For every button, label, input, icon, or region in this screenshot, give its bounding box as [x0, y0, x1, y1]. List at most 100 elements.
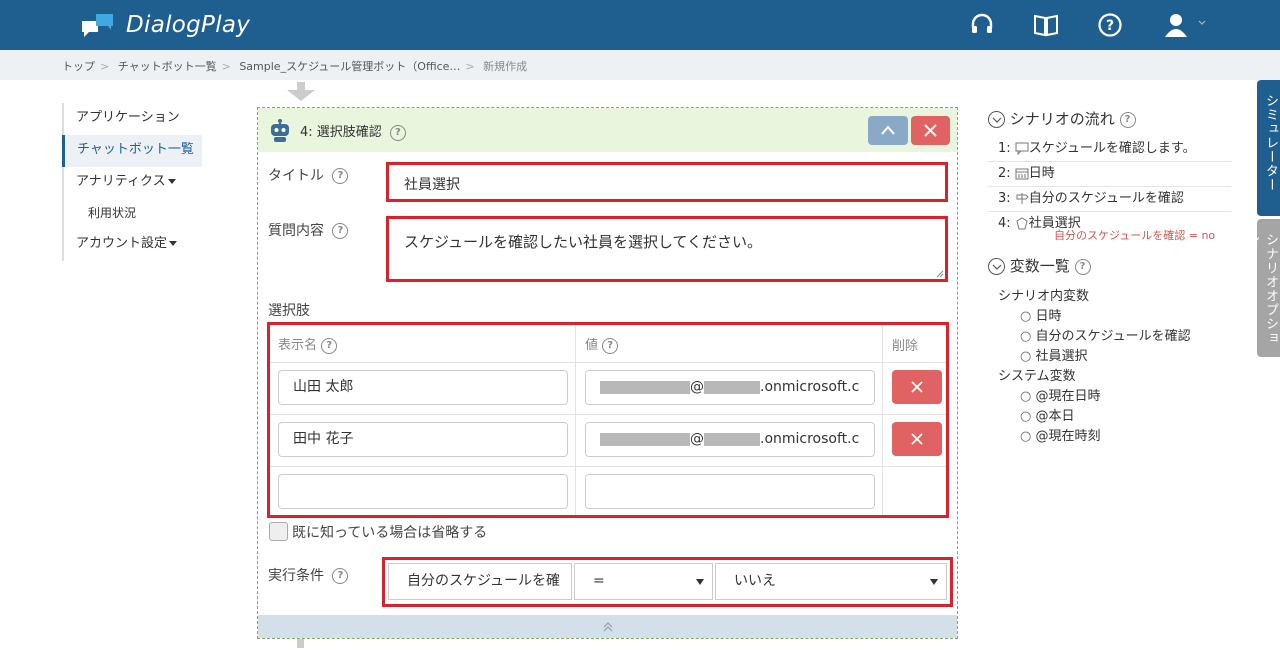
robot-icon — [271, 119, 289, 142]
flow-step-num: 3: — [998, 191, 1011, 206]
flow-step[interactable]: 3: 自分のスケジュールを確認 — [988, 187, 1231, 212]
flow-step-num: 4: — [998, 216, 1011, 231]
choice-value-input[interactable]: @ .onmicrosoft.c — [585, 370, 875, 405]
column-header-name: 表示名 ? — [278, 334, 338, 354]
help-icon[interactable]: ? — [332, 568, 349, 584]
close-icon — [911, 381, 923, 393]
logo[interactable]: DialogPlay — [80, 10, 250, 40]
column-header-value: 値 ? — [585, 334, 619, 354]
caret-down-icon — [167, 179, 176, 184]
redacted-text — [704, 432, 760, 446]
question-textarea[interactable]: スケジュールを確認したい社員を選択してください。 — [386, 216, 948, 282]
chevron-down-icon — [988, 258, 1005, 275]
delete-choice-button[interactable] — [892, 370, 942, 404]
choice-name-input[interactable]: 山田 太郎 — [278, 370, 568, 405]
var-name: @本日 — [1035, 409, 1075, 424]
skip-checkbox[interactable] — [269, 522, 288, 541]
help-icon[interactable]: ? — [602, 337, 619, 354]
var-item: ○ 社員選択 — [1020, 349, 1088, 364]
choice-name-input[interactable]: 田中 花子 — [278, 422, 568, 457]
caret-down-icon — [169, 241, 178, 246]
help-icon[interactable]: ? — [389, 124, 406, 141]
delete-choice-button[interactable] — [892, 422, 942, 456]
condition-operator-select[interactable]: = — [574, 563, 713, 600]
flow-connector — [297, 639, 304, 648]
help-icon[interactable]: ? — [332, 168, 349, 184]
flow-step[interactable]: 2: 日時 — [988, 162, 1231, 187]
sidebar-item-label: アカウント設定 — [76, 236, 168, 251]
choice-value-domain: .onmicrosoft.c — [760, 431, 860, 447]
redacted-text — [704, 380, 760, 394]
book-icon[interactable] — [1033, 12, 1059, 38]
condition-variable-value: 自分のスケジュールを確 — [407, 573, 561, 589]
delete-step-button[interactable] — [911, 116, 950, 145]
sidebar-item-label: 利用状況 — [88, 206, 137, 220]
signpost-icon — [1016, 193, 1029, 204]
help-icon[interactable]: ? — [1119, 111, 1136, 128]
sidebar-item-chatbots[interactable]: チャットボット一覧 — [62, 135, 202, 167]
sidebar-item-analytics[interactable]: アナリティクス — [62, 167, 202, 199]
tab-simulator[interactable]: シミュレーター — [1257, 80, 1280, 216]
redacted-text — [600, 432, 690, 446]
sidebar-item-account[interactable]: アカウント設定 — [62, 229, 202, 261]
var-name: @現在時刻 — [1035, 429, 1101, 444]
question-label-text: 質問内容 — [268, 223, 324, 239]
help-icon[interactable]: ? — [1097, 12, 1123, 38]
close-icon — [924, 124, 937, 137]
chevron-down-icon[interactable] — [1198, 20, 1206, 26]
help-icon[interactable]: ? — [332, 223, 349, 239]
condition-operator-value: = — [593, 573, 605, 589]
divider — [575, 325, 576, 515]
step-title-text: 4: 選択肢確認 — [300, 125, 382, 140]
var-name: 社員選択 — [1035, 349, 1088, 364]
close-icon — [911, 433, 923, 445]
sidebar-item-label: アナリティクス — [76, 174, 166, 189]
redacted-text — [600, 380, 690, 394]
breadcrumb-chatbots[interactable]: チャットボット一覧 — [118, 60, 217, 73]
top-bar: DialogPlay ? — [0, 0, 1280, 50]
help-icon[interactable]: ? — [1074, 258, 1091, 275]
speech-bubble-icon — [1015, 142, 1029, 156]
flow-title: シナリオの流れ — [1009, 110, 1115, 128]
tab-scenario-options[interactable]: シナリオオプション — [1244, 219, 1280, 357]
chat-logo-icon — [82, 14, 113, 37]
sidebar-item-application[interactable]: アプリケーション — [62, 103, 202, 135]
flow-step-num: 2: — [998, 166, 1011, 181]
choice-value-at: @ — [690, 379, 704, 395]
var-item: ○ 日時 — [1020, 309, 1062, 324]
flow-heading[interactable]: シナリオの流れ ? — [988, 108, 1136, 129]
user-icon[interactable] — [1163, 12, 1189, 38]
breadcrumb-top[interactable]: トップ — [62, 60, 95, 73]
headset-icon[interactable] — [969, 12, 995, 38]
chevron-down-icon — [988, 111, 1005, 128]
flow-step[interactable]: 4: 社員選択 自分のスケジュールを確認 = no — [988, 212, 1231, 250]
choice-value-input[interactable]: @ .onmicrosoft.c — [585, 422, 875, 457]
title-input[interactable]: 社員選択 — [386, 162, 948, 202]
var-item: ○ 自分のスケジュールを確認 — [1020, 329, 1191, 344]
sidebar: アプリケーション チャットボット一覧 アナリティクス 利用状況 アカウント設定 — [62, 103, 202, 261]
choice-icon — [1016, 217, 1028, 230]
choice-name-input[interactable] — [278, 474, 568, 509]
column-header-value-text: 値 — [585, 338, 599, 353]
flow-step-text: スケジュールを確認します。 — [1028, 141, 1196, 156]
choice-value-domain: .onmicrosoft.c — [760, 379, 860, 395]
var-item: ○ @本日 — [1020, 409, 1075, 424]
breadcrumb-bot[interactable]: Sample_スケジュール管理ボット（Office… — [239, 60, 460, 73]
flow-step[interactable]: 1: スケジュールを確認します。 — [988, 137, 1231, 162]
column-header-delete: 削除 — [892, 339, 919, 354]
var-name: @現在日時 — [1035, 389, 1101, 404]
breadcrumb-current: 新規作成 — [483, 60, 528, 73]
condition-variable-input[interactable]: 自分のスケジュールを確 — [388, 563, 572, 600]
condition-value-select[interactable]: いいえ — [715, 563, 947, 600]
vars-heading[interactable]: 変数一覧 ? — [988, 255, 1091, 276]
choice-value-input[interactable] — [585, 474, 875, 509]
help-icon[interactable]: ? — [321, 337, 338, 354]
sidebar-item-usage[interactable]: 利用状況 — [62, 199, 202, 229]
collapse-footer[interactable] — [258, 615, 957, 638]
collapse-button[interactable] — [868, 116, 908, 145]
resize-handle-icon[interactable] — [936, 270, 944, 278]
divider — [270, 466, 946, 467]
title-label: タイトル ? — [268, 165, 349, 185]
scenario-vars-label: シナリオ内変数 — [998, 289, 1090, 304]
chevron-up-icon — [881, 125, 895, 135]
